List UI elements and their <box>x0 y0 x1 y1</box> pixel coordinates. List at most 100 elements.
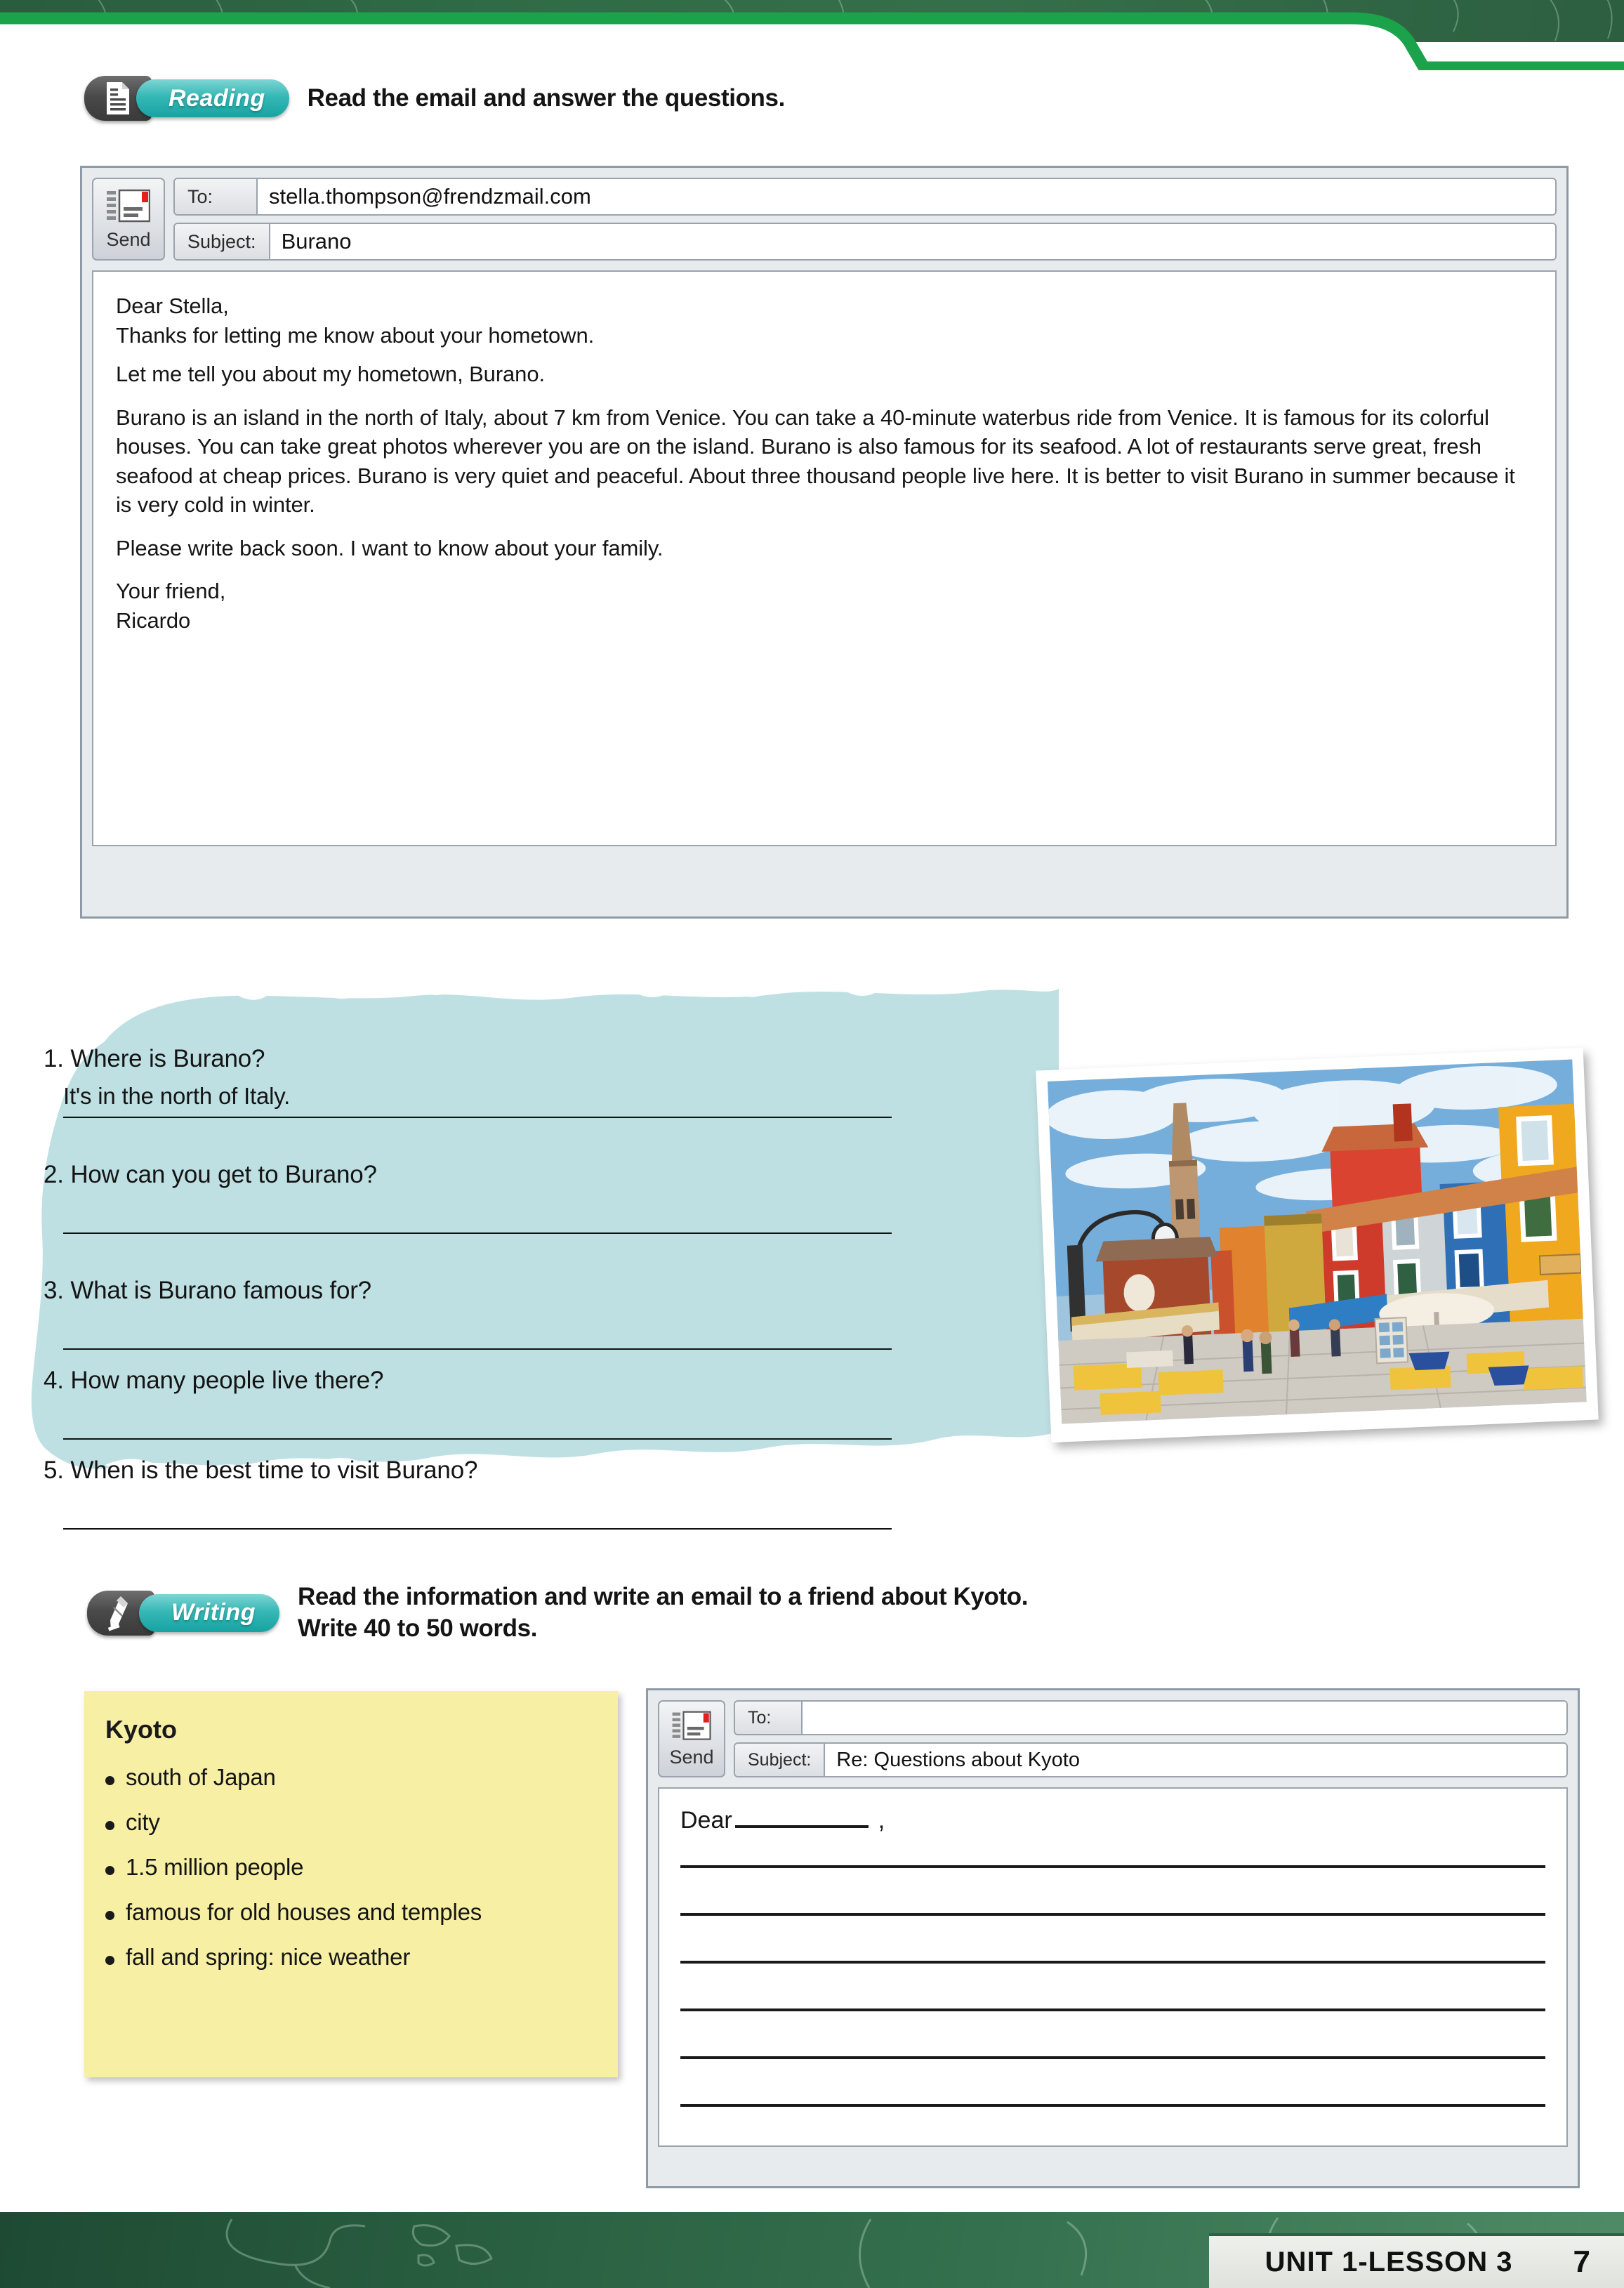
page-header-band <box>0 0 1624 42</box>
question-item-2: 2. How can you get to Burano? <box>44 1161 907 1234</box>
envelope-icon <box>672 1711 711 1740</box>
subject-input[interactable]: Re: Questions about Kyoto <box>825 1744 1566 1776</box>
reading-badge-pill: Reading <box>136 79 289 117</box>
bullet-icon <box>105 1956 114 1965</box>
question-item-5: 5. When is the best time to visit Burano… <box>44 1457 907 1530</box>
writing-instruction-line-1: Read the information and write an email … <box>297 1583 1029 1610</box>
question-3-number: 3. <box>44 1277 64 1304</box>
dear-comma: , <box>878 1807 885 1834</box>
kyoto-note-title: Kyoto <box>105 1715 177 1744</box>
email-line-1: Thanks for letting me know about your ho… <box>116 322 595 348</box>
question-3-label: What is Burano famous for? <box>70 1277 371 1304</box>
kyoto-item-label: city <box>126 1809 160 1835</box>
email-greeting: Dear Stella, <box>116 294 229 318</box>
footer-page-number: 7 <box>1573 2244 1590 2279</box>
writing-badge: Writing <box>87 1590 279 1636</box>
write-line[interactable] <box>680 2008 1545 2011</box>
send-button-label: Send <box>106 228 151 250</box>
writing-badge-label: Writing <box>171 1599 256 1626</box>
email-sender: Ricardo <box>116 607 191 633</box>
dear-word: Dear <box>680 1807 732 1834</box>
write-email-body[interactable]: Dear , <box>658 1787 1568 2147</box>
write-line[interactable] <box>680 2056 1545 2059</box>
send-button[interactable]: Send <box>92 178 165 261</box>
email-signoff: Your friend, <box>116 579 226 604</box>
kyoto-item-label: 1.5 million people <box>126 1854 304 1880</box>
envelope-icon <box>107 189 150 222</box>
question-item-1: 1. Where is Burano? It's in the north of… <box>44 1045 907 1118</box>
write-line[interactable] <box>680 1913 1545 1916</box>
question-4-answer-area[interactable] <box>44 1407 907 1440</box>
to-label: To: <box>175 179 258 214</box>
footer-unit-lesson: UNIT 1-LESSON 3 <box>1265 2246 1513 2277</box>
to-field-row[interactable]: To: stella.thompson@frendzmail.com <box>173 178 1557 216</box>
write-line[interactable] <box>680 2104 1545 2107</box>
question-2-answer-area[interactable] <box>44 1202 907 1234</box>
to-input[interactable]: stella.thompson@frendzmail.com <box>258 179 1555 214</box>
question-1-text: 1. Where is Burano? <box>44 1045 907 1073</box>
writing-instruction-line-2: Write 40 to 50 words. <box>297 1614 538 1642</box>
question-3-text: 3. What is Burano famous for? <box>44 1277 907 1305</box>
question-4-label: How many people live there? <box>70 1367 384 1394</box>
question-5-text: 5. When is the best time to visit Burano… <box>44 1457 907 1485</box>
questions-section: 1. Where is Burano? It's in the north of… <box>21 982 1060 1530</box>
question-item-3: 3. What is Burano famous for? <box>44 1277 907 1350</box>
question-3-answer-line[interactable] <box>63 1348 892 1350</box>
reading-badge-label: Reading <box>169 84 265 112</box>
to-input[interactable] <box>803 1702 1566 1734</box>
question-1-answer-text: It's in the north of Italy. <box>63 1083 291 1109</box>
question-5-answer-line[interactable] <box>63 1528 892 1530</box>
send-button-label: Send <box>669 1746 714 1768</box>
burano-photo-image <box>1047 1059 1587 1424</box>
subject-field-row[interactable]: Subject: Re: Questions about Kyoto <box>734 1742 1568 1777</box>
question-1-label: Where is Burano? <box>70 1045 265 1072</box>
to-field-row[interactable]: To: <box>734 1700 1568 1735</box>
question-3-answer-area[interactable] <box>44 1317 907 1350</box>
kyoto-note-item: famous for old houses and temples <box>105 1899 597 1926</box>
question-5-number: 5. <box>44 1457 64 1484</box>
email-line-2: Let me tell you about my hometown, Buran… <box>116 362 545 387</box>
writing-badge-pill: Writing <box>139 1593 279 1632</box>
question-5-answer-area[interactable] <box>44 1497 907 1530</box>
footer-label-plate: UNIT 1-LESSON 3 7 <box>1208 2233 1624 2288</box>
kyoto-item-label: fall and spring: nice weather <box>126 1944 411 1970</box>
email-header-area: Send To: stella.thompson@frendzmail.com … <box>82 168 1566 270</box>
writing-section-header: Writing Read the information and write a… <box>87 1582 1028 1645</box>
write-line[interactable] <box>680 1865 1545 1868</box>
subject-label: Subject: <box>735 1744 826 1776</box>
question-1-answer-area[interactable]: It's in the north of Italy. <box>44 1083 907 1118</box>
question-4-answer-line[interactable] <box>63 1438 892 1440</box>
bullet-icon <box>105 1911 114 1920</box>
question-1-answer-line[interactable] <box>63 1117 892 1118</box>
kyoto-note-item: fall and spring: nice weather <box>105 1944 597 1971</box>
bullet-icon <box>105 1821 114 1830</box>
kyoto-info-note: Kyoto south of Japan city 1.5 million pe… <box>84 1691 618 2077</box>
subject-field-row[interactable]: Subject: Burano <box>173 223 1557 261</box>
dear-salutation-row: Dear , <box>680 1807 1545 1834</box>
subject-input[interactable]: Burano <box>270 224 1555 259</box>
email-main-paragraph: Burano is an island in the north of Ital… <box>116 405 1515 518</box>
dear-name-blank[interactable] <box>734 1825 869 1828</box>
question-4-number: 4. <box>44 1367 64 1394</box>
question-2-answer-line[interactable] <box>63 1232 892 1234</box>
reading-instruction: Read the email and answer the questions. <box>307 84 786 112</box>
burano-photo <box>1036 1047 1599 1443</box>
reading-email-panel: Send To: stella.thompson@frendzmail.com … <box>80 166 1569 919</box>
send-button[interactable]: Send <box>658 1700 725 1777</box>
write-line[interactable] <box>680 1961 1545 1964</box>
question-4-text: 4. How many people live there? <box>44 1367 907 1395</box>
question-item-4: 4. How many people live there? <box>44 1367 907 1440</box>
kyoto-note-item: 1.5 million people <box>105 1854 597 1881</box>
email-fields: To: stella.thompson@frendzmail.com Subje… <box>173 178 1557 261</box>
question-1-number: 1. <box>44 1045 64 1072</box>
kyoto-item-label: famous for old houses and temples <box>126 1899 482 1925</box>
writing-email-panel: Send To: Subject: Re: Questions about Ky… <box>646 1688 1580 2188</box>
bullet-icon <box>105 1776 114 1785</box>
write-email-fields: To: Subject: Re: Questions about Kyoto <box>734 1700 1568 1777</box>
subject-label: Subject: <box>175 224 270 259</box>
question-2-text: 2. How can you get to Burano? <box>44 1161 907 1189</box>
kyoto-note-item: city <box>105 1809 597 1836</box>
question-2-label: How can you get to Burano? <box>70 1161 377 1188</box>
kyoto-item-label: south of Japan <box>126 1764 276 1790</box>
reading-section-header: Reading Read the email and answer the qu… <box>84 76 785 121</box>
